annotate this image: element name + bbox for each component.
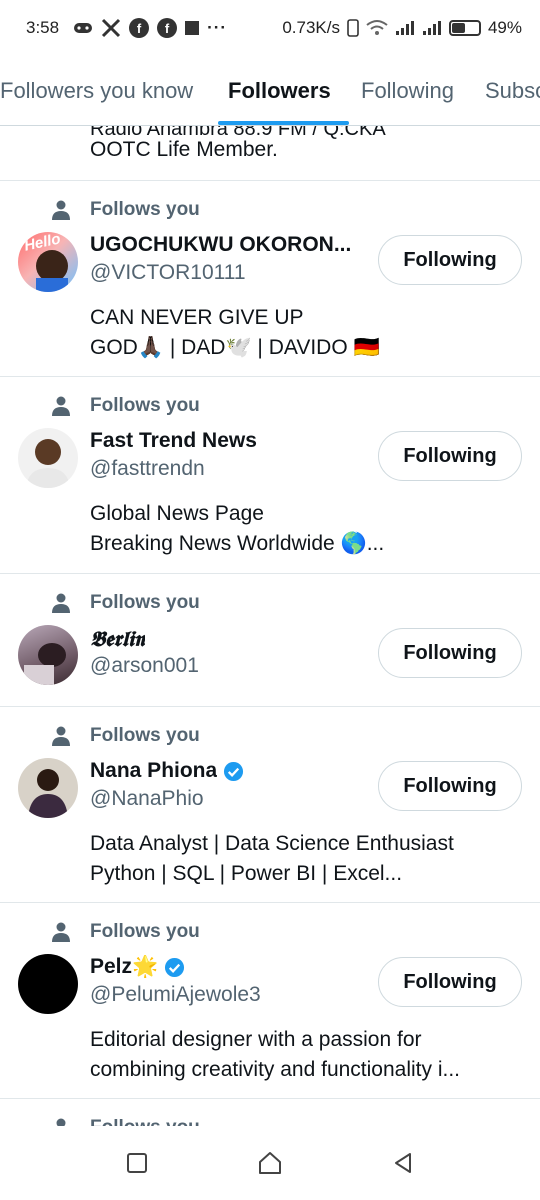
battery-fill [451, 23, 465, 33]
battery-icon [448, 20, 481, 36]
list-item[interactable]: Radio Anambra 88.9 FM / Q:CKA OOTC Life … [0, 126, 540, 181]
user-name: 𝕭𝖊𝖗𝖑𝖎𝖓 [90, 626, 145, 651]
bio-line: CAN NEVER GIVE UP [90, 306, 304, 329]
user-cell[interactable]: Follows you 𝕭𝖊𝖗𝖑𝖎𝖓 @arson001 Following [0, 574, 540, 707]
signal-icon [422, 20, 442, 36]
person-icon [52, 593, 70, 613]
avatar[interactable] [18, 758, 78, 818]
follows-you-row: Follows you [50, 1117, 200, 1126]
user-handle: @NanaPhio [90, 787, 204, 810]
person-icon [52, 726, 70, 746]
follows-you-label: Follows you [90, 395, 200, 416]
follows-you-label: Follows you [90, 199, 200, 220]
user-handle: @fasttrendn [90, 457, 205, 480]
status-bar: 3:58 f f ··· 0.73K/s 49% [0, 0, 540, 56]
user-handle: @arson001 [90, 654, 199, 677]
square-notification-icon [185, 21, 200, 35]
back-triangle-icon[interactable] [379, 1139, 427, 1187]
user-name-row: Nana Phiona [90, 759, 244, 783]
user-name-row: Pelz🌟 [90, 955, 185, 979]
avatar[interactable] [18, 428, 78, 488]
home-icon[interactable] [246, 1139, 294, 1187]
bio-line: Data Analyst | Data Science Enthusiast [90, 832, 454, 855]
person-icon [52, 922, 70, 942]
bio-line: Global News Page [90, 502, 264, 525]
vibrate-icon [347, 19, 359, 37]
recents-square-icon[interactable] [113, 1139, 161, 1187]
follows-you-label: Follows you [90, 592, 200, 613]
status-time: 3:58 [26, 18, 60, 37]
follows-you-label: Follows you [90, 1117, 200, 1126]
bio-line: Breaking News Worldwide 🌎... [90, 532, 385, 555]
user-name: Fast Trend News [90, 429, 257, 452]
user-cell[interactable]: Follows you Pelz🌟 @PelumiAjewole3 Follow… [0, 903, 540, 1099]
user-cell[interactable]: Follows you Hello UGOCHUKWU OKORON... @V… [0, 181, 540, 377]
bio-line: Editorial designer with a passion for [90, 1028, 422, 1051]
tab-followers-you-know[interactable]: Followers you know [0, 78, 193, 104]
active-tab-indicator [218, 121, 349, 125]
avatar[interactable] [18, 954, 78, 1014]
follows-you-row: Follows you [50, 199, 200, 221]
user-name-row: Fast Trend News [90, 429, 257, 453]
user-bio: Editorial designer with a passion for co… [90, 1025, 520, 1085]
person-icon [52, 396, 70, 416]
user-name-row: UGOCHUKWU OKORON... [90, 233, 351, 257]
tab-subscriptions[interactable]: Subsc [485, 78, 540, 104]
follows-you-row: Follows you [50, 592, 200, 614]
following-button[interactable]: Following [378, 957, 522, 1007]
following-button[interactable]: Following [378, 628, 522, 678]
user-bio: Data Analyst | Data Science Enthusiast P… [90, 829, 520, 889]
user-bio: Global News Page Breaking News Worldwide… [90, 499, 520, 559]
user-name-row: 𝕭𝖊𝖗𝖑𝖎𝖓 [90, 626, 145, 652]
bio-line: Python | SQL | Power BI | Excel... [90, 862, 403, 885]
follows-you-row: Follows you [50, 921, 200, 943]
person-icon [52, 200, 70, 220]
user-name: UGOCHUKWU OKORON... [90, 233, 352, 256]
bio-line: combining creativity and functionality i… [90, 1058, 461, 1081]
following-button[interactable]: Following [378, 431, 522, 481]
wifi-icon [366, 19, 388, 37]
facebook-icon: f [129, 18, 150, 38]
user-cell[interactable]: Follows you Fast Trend News @fasttrendn … [0, 377, 540, 574]
user-cell[interactable]: Follows you Nana Phiona @NanaPhio Follow… [0, 707, 540, 903]
user-name: Pelz🌟 [90, 955, 159, 978]
user-cell-partial[interactable]: Follows you [0, 1099, 540, 1126]
follows-you-label: Follows you [90, 921, 200, 942]
verified-badge-icon [224, 761, 244, 781]
following-button[interactable]: Following [378, 235, 522, 285]
user-handle: @VICTOR10111 [90, 261, 246, 284]
gamepad-icon [73, 21, 93, 35]
avatar[interactable] [18, 625, 78, 685]
signal-icon [395, 20, 415, 36]
tab-following[interactable]: Following [361, 78, 454, 104]
followers-list: Radio Anambra 88.9 FM / Q:CKA OOTC Life … [0, 126, 540, 1126]
more-dots-icon: ··· [207, 18, 228, 37]
facebook-icon: f [157, 18, 178, 38]
tab-followers[interactable]: Followers [228, 78, 331, 104]
battery-percent: 49% [487, 18, 522, 37]
person-icon [56, 1118, 66, 1126]
user-handle: @PelumiAjewole3 [90, 983, 261, 1006]
following-button[interactable]: Following [378, 761, 522, 811]
follows-you-row: Follows you [50, 395, 200, 417]
system-nav-bar [0, 1126, 540, 1200]
x-logo-icon [101, 18, 121, 38]
follows-you-label: Follows you [90, 725, 200, 746]
bio-line: GOD🙏🏿 | DAD🕊️ | DAVIDO 🇩🇪 [90, 336, 380, 359]
verified-badge-icon [165, 957, 185, 977]
bio-line: OOTC Life Member. [90, 138, 278, 161]
avatar[interactable]: Hello [18, 232, 78, 292]
network-speed: 0.73K/s [282, 18, 340, 37]
follows-you-row: Follows you [50, 725, 200, 747]
user-name: Nana Phiona [90, 759, 218, 782]
user-bio: CAN NEVER GIVE UP GOD🙏🏿 | DAD🕊️ | DAVIDO… [90, 303, 520, 363]
tab-bar: Followers you know Followers Following S… [0, 56, 540, 126]
